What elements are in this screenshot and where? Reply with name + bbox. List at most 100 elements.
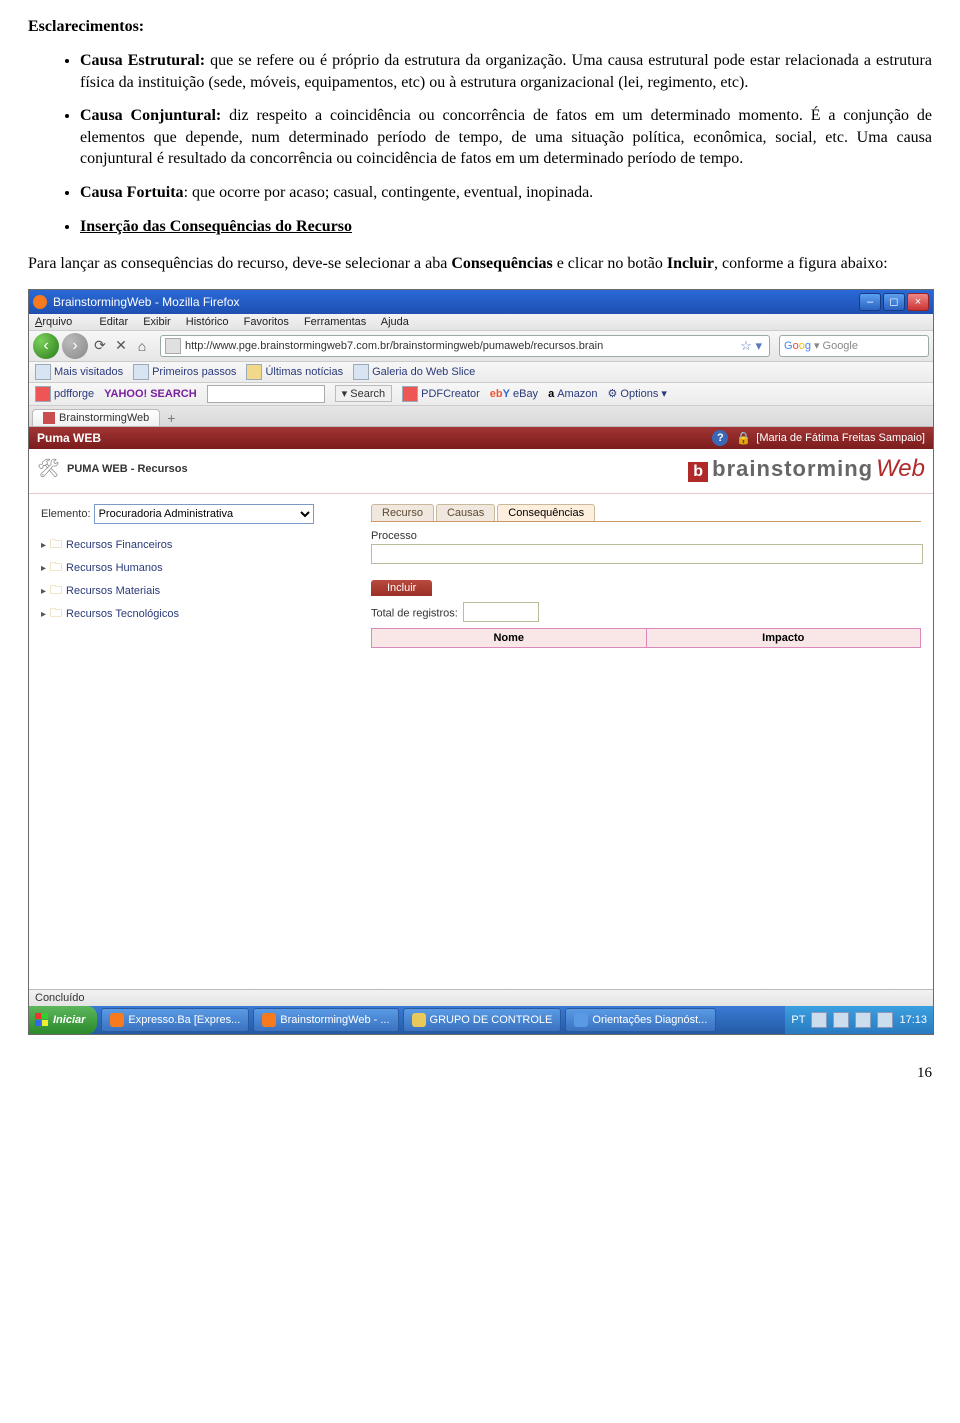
ebay-icon: ebY	[490, 388, 510, 400]
tree-recursos-tecnologicos[interactable]: ▸🗀Recursos Tecnológicos	[41, 603, 341, 626]
folder-icon: 🗀	[50, 535, 62, 556]
inner-tabs: Recurso Causas Consequências	[371, 504, 921, 522]
minimize-button[interactable]: –	[859, 293, 881, 311]
user-name: [Maria de Fátima Freitas Sampaio]	[756, 432, 925, 444]
menu-editar[interactable]: Editar	[99, 316, 128, 328]
tray-icon[interactable]	[877, 1012, 893, 1028]
para-pre: Para lançar as consequências do recurso,…	[28, 255, 451, 272]
menu-arquivo[interactable]: Arquivo	[35, 316, 84, 328]
tray-icon[interactable]	[811, 1012, 827, 1028]
tray-lang[interactable]: PT	[791, 1014, 805, 1026]
app-body: Elemento: Procuradoria Administrativa ▸🗀…	[29, 494, 933, 668]
yahoo-search-label: YAHOO! SEARCH	[104, 388, 197, 400]
puma-title: Puma WEB	[37, 431, 101, 445]
grid-header: Nome Impacto	[371, 628, 921, 648]
stop-button[interactable]: ✕	[112, 337, 130, 355]
page-number: 16	[28, 1065, 932, 1082]
task-brainstorming[interactable]: BrainstormingWeb - ...	[253, 1008, 398, 1032]
tab-favicon	[43, 412, 55, 424]
tab-consequencias[interactable]: Consequências	[497, 504, 595, 521]
search-box[interactable]: Goog▾ Google	[779, 335, 929, 357]
bookmark-star-icon[interactable]: ☆ ▾	[740, 338, 762, 354]
right-panel: Recurso Causas Consequências Processo In…	[371, 504, 921, 648]
forward-button[interactable]: ›	[62, 333, 88, 359]
menu-ajuda[interactable]: Ajuda	[381, 316, 409, 328]
word-icon	[574, 1013, 588, 1027]
browser-menubar: Arquivo Editar Exibir Histórico Favorito…	[29, 314, 933, 330]
browser-navbar: ‹ › ⟳ ✕ ⌂ http://www.pge.brainstormingwe…	[29, 330, 933, 362]
bullet-conjuntural: Causa Conjuntural: diz respeito a coinci…	[80, 105, 932, 170]
toolbar-options[interactable]: ⚙Options▾	[608, 387, 667, 400]
reload-button[interactable]: ⟳	[91, 337, 109, 355]
bullet-estrutural: Causa Estrutural: que se refere ou é pró…	[80, 50, 932, 93]
tray-icon[interactable]	[833, 1012, 849, 1028]
brand-square-icon: b	[688, 462, 708, 482]
windows-taskbar: Iniciar Expresso.Ba [Expres... Brainstor…	[29, 1006, 933, 1034]
firefox-icon	[262, 1013, 276, 1027]
pdfforge-icon	[35, 386, 51, 402]
menu-exibir[interactable]: Exibir	[143, 316, 171, 328]
bookmark-ultimas-noticias[interactable]: Últimas notícias	[246, 364, 343, 380]
back-button[interactable]: ‹	[33, 333, 59, 359]
maximize-button[interactable]: ◻	[883, 293, 905, 311]
processo-label: Processo	[371, 530, 921, 542]
new-tab-button[interactable]: +	[160, 410, 182, 426]
close-button[interactable]: ×	[907, 293, 929, 311]
label-insercao: Inserção das Consequências do Recurso	[80, 218, 352, 235]
help-icon[interactable]: ?	[712, 430, 728, 446]
folder-icon: 🗀	[50, 604, 62, 625]
bookmarks-bar: Mais visitados Primeiros passos Últimas …	[29, 362, 933, 383]
lock-icon: 🔒	[736, 431, 751, 445]
tray-icon[interactable]	[855, 1012, 871, 1028]
elemento-label: Elemento:	[41, 508, 91, 520]
total-registros-input[interactable]	[463, 602, 539, 622]
folder-icon: 🗀	[50, 558, 62, 579]
start-button[interactable]: Iniciar	[29, 1006, 97, 1034]
bookmark-galeria-web-slice[interactable]: Galeria do Web Slice	[353, 364, 475, 380]
toolbar-ebay[interactable]: ebYeBay	[490, 388, 538, 400]
brand-logo: b brainstorming Web	[688, 455, 925, 483]
text-estrutural: que se refere ou é próprio da estrutura …	[80, 52, 932, 91]
menu-historico[interactable]: Histórico	[186, 316, 229, 328]
expand-icon: ▸	[41, 586, 46, 597]
toolbar-pdfcreator[interactable]: PDFCreator	[402, 386, 480, 402]
col-nome: Nome	[372, 629, 647, 647]
menu-favoritos[interactable]: Favoritos	[244, 316, 289, 328]
para-incluir: Incluir	[667, 255, 714, 272]
bookmark-primeiros-passos[interactable]: Primeiros passos	[133, 364, 236, 380]
tree-recursos-materiais[interactable]: ▸🗀Recursos Materiais	[41, 580, 341, 603]
elemento-select[interactable]: Procuradoria Administrativa	[94, 504, 314, 524]
tree-recursos-humanos[interactable]: ▸🗀Recursos Humanos	[41, 557, 341, 580]
url-text: http://www.pge.brainstormingweb7.com.br/…	[185, 340, 603, 352]
menu-ferramentas[interactable]: Ferramentas	[304, 316, 366, 328]
toolbar-pdfforge[interactable]: pdfforge	[35, 386, 94, 402]
task-grupo-controle[interactable]: GRUPO DE CONTROLE	[403, 1008, 562, 1032]
url-bar[interactable]: http://www.pge.brainstormingweb7.com.br/…	[160, 335, 770, 357]
gear-icon: ⚙	[608, 387, 618, 400]
tab-causas[interactable]: Causas	[436, 504, 495, 521]
incluir-button[interactable]: Incluir	[371, 580, 432, 596]
pdf-icon	[402, 386, 418, 402]
para-mid: e clicar no botão	[553, 255, 667, 272]
app-content-area: 🛠 PUMA WEB - Recursos b brainstorming We…	[29, 449, 933, 989]
task-expresso[interactable]: Expresso.Ba [Expres...	[101, 1008, 249, 1032]
toolbar-search-button[interactable]: ▾ Search	[335, 385, 392, 402]
window-title: BrainstormingWeb - Mozilla Firefox	[53, 295, 240, 309]
toolbar-search-input[interactable]	[207, 385, 325, 403]
expand-icon: ▸	[41, 609, 46, 620]
tray-clock: 17:13	[899, 1014, 927, 1026]
processo-input[interactable]	[371, 544, 923, 564]
bookmark-mais-visitados[interactable]: Mais visitados	[35, 364, 123, 380]
toolbar-amazon[interactable]: aAmazon	[548, 388, 597, 400]
task-orientacoes[interactable]: Orientações Diagnóst...	[565, 1008, 716, 1032]
esclarecimentos-heading: Esclarecimentos:	[28, 18, 932, 36]
brand-text: brainstorming	[712, 456, 873, 482]
home-button[interactable]: ⌂	[133, 337, 151, 355]
text-fortuita: : que ocorre por acaso; casual, continge…	[184, 184, 594, 201]
google-icon: Goog	[784, 340, 811, 352]
tree-recursos-financeiros[interactable]: ▸🗀Recursos Financeiros	[41, 534, 341, 557]
tab-recurso[interactable]: Recurso	[371, 504, 434, 521]
windows-logo-icon	[35, 1013, 48, 1026]
search-placeholder: Google	[823, 340, 858, 352]
browser-tab[interactable]: BrainstormingWeb	[32, 409, 160, 426]
